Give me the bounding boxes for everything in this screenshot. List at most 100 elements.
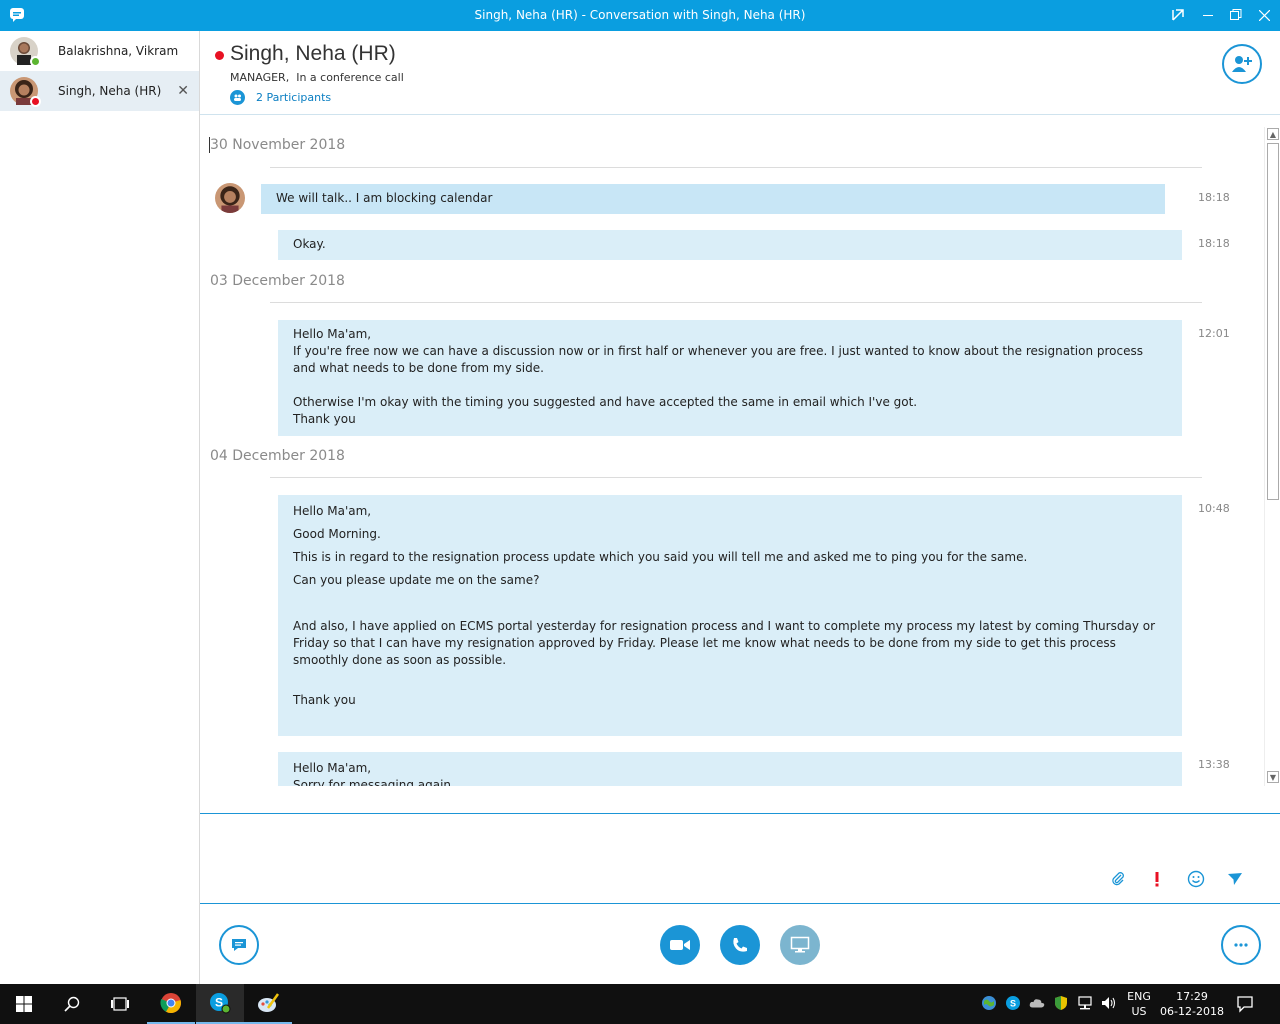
- message-line: Can you please update me on the same?: [293, 573, 540, 587]
- present-screen-button[interactable]: [780, 925, 820, 965]
- message-bubble[interactable]: Hello Ma'am, Sorry for messaging again: [278, 752, 1182, 786]
- message-bubble[interactable]: Hello Ma'am, Good Morning. This is in re…: [278, 495, 1182, 736]
- conversation-item-vikram[interactable]: Balakrishna, Vikram: [0, 31, 199, 71]
- conversation-list: Balakrishna, Vikram Singh, Neha (HR) ✕: [0, 31, 200, 984]
- message-line: Good Morning.: [293, 527, 381, 541]
- taskbar-skype[interactable]: S: [196, 984, 244, 1024]
- contact-status-text: In a conference call: [296, 71, 404, 84]
- emoticon-icon[interactable]: [1187, 870, 1205, 888]
- task-view-button[interactable]: [96, 984, 144, 1024]
- sender-avatar: [215, 183, 245, 213]
- message-line: Hello Ma'am,: [293, 504, 372, 518]
- chrome-icon: [160, 993, 181, 1014]
- date-separator: 03 December 2018: [210, 273, 345, 289]
- importance-icon[interactable]: [1148, 870, 1166, 888]
- security-shield-icon[interactable]: [1053, 995, 1069, 1011]
- message-bubble[interactable]: We will talk.. I am blocking calendar: [261, 184, 1165, 214]
- search-icon: [64, 996, 80, 1012]
- message-line: If you're free now we can have a discuss…: [293, 344, 1143, 375]
- minimize-button[interactable]: [1194, 4, 1222, 26]
- paperclip-icon[interactable]: [1109, 870, 1127, 888]
- conversation-header: Singh, Neha (HR) MANAGER, In a conferenc…: [200, 31, 1280, 115]
- message-line: Hello Ma'am,: [293, 761, 372, 775]
- start-button[interactable]: [0, 984, 48, 1024]
- participants-label: 2 Participants: [256, 91, 332, 104]
- windows-icon: [16, 996, 32, 1012]
- taskbar-chrome[interactable]: [147, 984, 195, 1024]
- present-screen-icon: [790, 936, 810, 953]
- search-button[interactable]: [48, 984, 96, 1024]
- message-history: 30 November 2018 We will talk.. I am blo…: [200, 116, 1264, 786]
- restore-button[interactable]: [1222, 4, 1250, 26]
- message-text: Okay.: [293, 237, 326, 251]
- add-person-icon: [1232, 56, 1252, 72]
- message-line: Thank you: [293, 693, 356, 707]
- more-icon: [1234, 943, 1248, 947]
- message-line: This is in regard to the resignation pro…: [293, 550, 1028, 564]
- message-line: Otherwise I'm okay with the timing you s…: [293, 395, 918, 409]
- divider: [270, 477, 1202, 478]
- message-scrollbar[interactable]: ▲ ▼: [1264, 127, 1280, 786]
- call-actions-bar: [200, 905, 1280, 984]
- close-button[interactable]: [1250, 4, 1278, 26]
- audio-call-button[interactable]: [720, 925, 760, 965]
- close-conversation-icon[interactable]: ✕: [177, 83, 189, 99]
- message-time: 13:38: [1198, 758, 1230, 771]
- message-line: Sorry for messaging again: [293, 778, 452, 786]
- network-wired-icon[interactable]: [1077, 995, 1093, 1011]
- skype-tray-icon[interactable]: S: [1005, 995, 1021, 1011]
- date-separator: 30 November 2018: [210, 137, 346, 153]
- avatar: [10, 77, 41, 107]
- video-call-button[interactable]: [660, 925, 700, 965]
- send-icon[interactable]: [1226, 870, 1244, 888]
- message-line: Thank you: [293, 412, 356, 426]
- message-line: And also, I have applied on ECMS portal …: [293, 619, 1156, 667]
- message-bubble[interactable]: Hello Ma'am, If you're free now we can h…: [278, 320, 1182, 436]
- video-icon: [670, 940, 690, 950]
- clock-date: 06-12-2018: [1160, 1005, 1224, 1018]
- message-time: 10:48: [1198, 502, 1230, 515]
- chat-button[interactable]: [219, 925, 259, 965]
- phone-icon: [733, 938, 747, 952]
- status-available-icon: [30, 56, 41, 67]
- message-time: 18:18: [1198, 191, 1230, 204]
- message-time: 18:18: [1198, 237, 1230, 250]
- more-options-button[interactable]: [1221, 925, 1261, 965]
- svg-text:S: S: [1010, 999, 1016, 1009]
- taskbar-paint[interactable]: [244, 984, 292, 1024]
- input-language[interactable]: ENG US: [1124, 989, 1154, 1019]
- scroll-up-icon[interactable]: ▲: [1267, 128, 1279, 140]
- contact-subtitle: MANAGER, In a conference call: [230, 71, 404, 84]
- system-clock[interactable]: 17:29 06-12-2018: [1158, 989, 1226, 1019]
- participants-link[interactable]: 2 Participants: [230, 90, 331, 105]
- date-separator: 04 December 2018: [210, 448, 345, 464]
- add-participant-button[interactable]: [1222, 44, 1262, 84]
- contact-name: Balakrishna, Vikram: [58, 44, 179, 58]
- action-center-icon[interactable]: [1236, 995, 1256, 1013]
- clock-time: 17:29: [1176, 990, 1208, 1003]
- region-code: US: [1131, 1005, 1147, 1018]
- chat-icon: [232, 939, 246, 951]
- network-globe-icon[interactable]: [981, 995, 997, 1011]
- message-time: 12:01: [1198, 327, 1230, 340]
- compose-area[interactable]: [200, 813, 1280, 904]
- popout-icon[interactable]: [1164, 4, 1192, 26]
- divider: [270, 167, 1202, 168]
- scroll-thumb[interactable]: [1267, 143, 1279, 500]
- contact-title: Singh, Neha (HR): [230, 42, 396, 65]
- volume-icon[interactable]: [1101, 995, 1117, 1011]
- message-bubble[interactable]: Okay.: [278, 230, 1182, 260]
- message-line: Hello Ma'am,: [293, 327, 372, 341]
- scroll-down-icon[interactable]: ▼: [1267, 771, 1279, 783]
- window-title: Singh, Neha (HR) - Conversation with Sin…: [474, 8, 806, 22]
- onedrive-icon[interactable]: [1029, 995, 1045, 1011]
- windows-taskbar: S S ENG US 17:29 06-12-2018: [0, 984, 1280, 1024]
- contact-name: Singh, Neha (HR): [58, 84, 162, 98]
- title-bar: Singh, Neha (HR) - Conversation with Sin…: [0, 0, 1280, 31]
- conversation-item-neha[interactable]: Singh, Neha (HR) ✕: [0, 71, 199, 111]
- compose-toolbar: [1109, 870, 1244, 888]
- avatar: [10, 37, 41, 67]
- message-text: We will talk.. I am blocking calendar: [276, 191, 493, 205]
- divider: [270, 302, 1202, 303]
